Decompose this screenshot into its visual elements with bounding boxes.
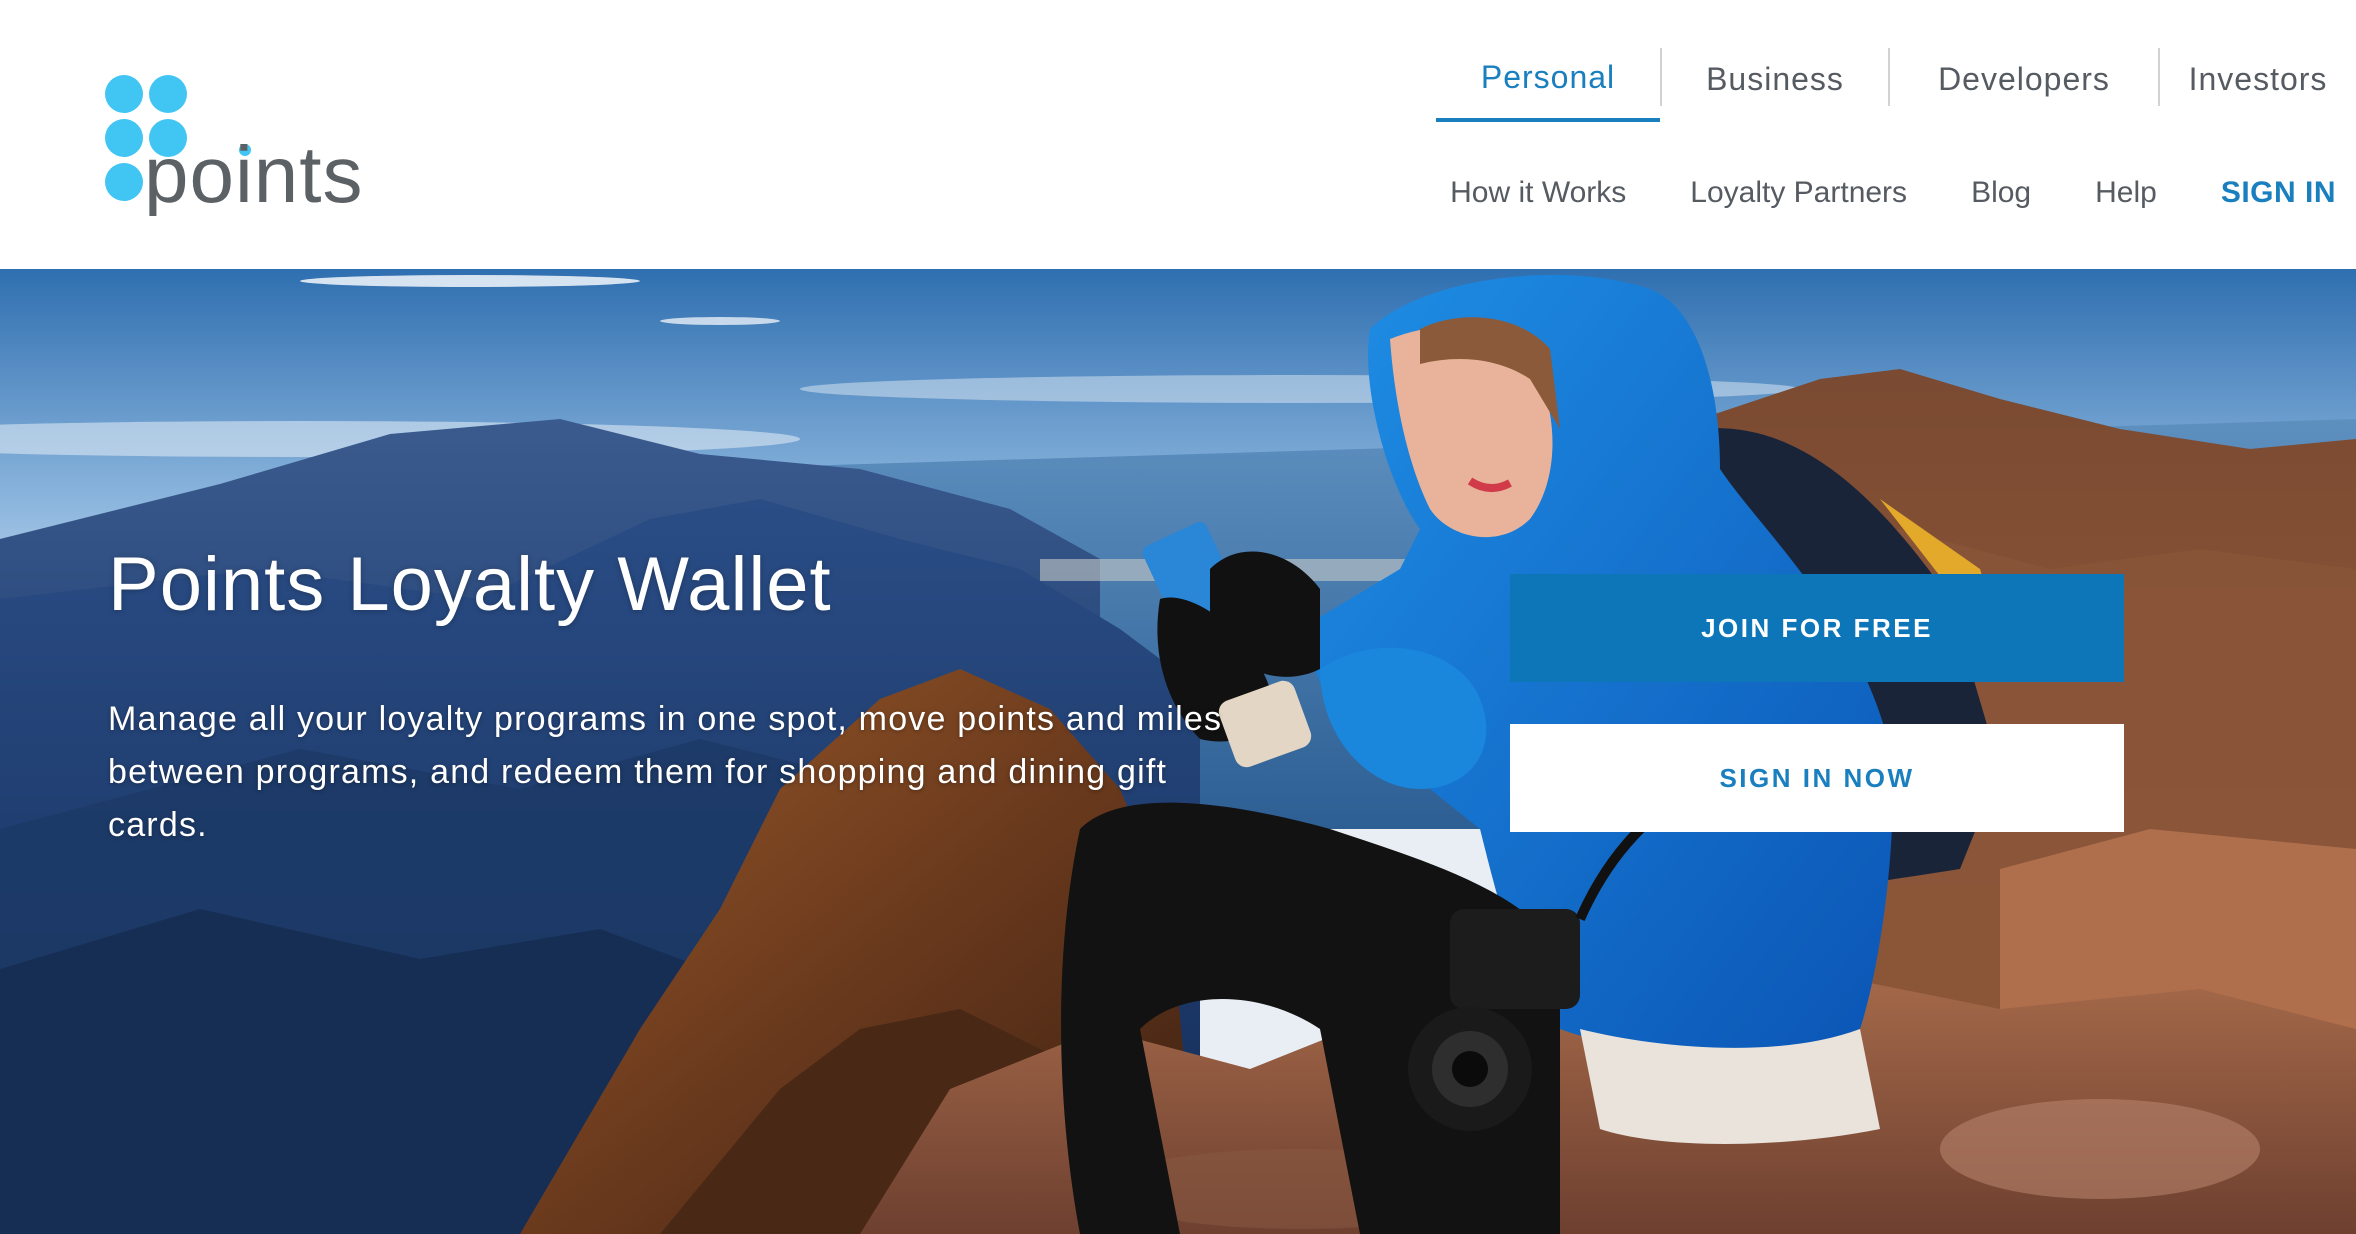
site-header: points Personal Business Developers Inve…	[0, 0, 2356, 269]
tab-business[interactable]: Business	[1662, 36, 1888, 122]
points-logo-icon: points	[105, 75, 363, 216]
points-logo[interactable]: points	[104, 74, 364, 216]
sub-nav: How it Works Loyalty Partners Blog Help …	[1386, 170, 2336, 216]
hero-title: Points Loyalty Wallet	[108, 542, 832, 627]
tab-developers[interactable]: Developers	[1890, 36, 2158, 122]
tab-investors[interactable]: Investors	[2160, 36, 2356, 122]
nav-sign-in[interactable]: SIGN IN	[2221, 176, 2336, 210]
hero-description: Manage all your loyalty programs in one …	[108, 700, 1223, 844]
hero-section: Points Loyalty Wallet Manage all your lo…	[0, 269, 2356, 1234]
nav-blog[interactable]: Blog	[1971, 176, 2031, 210]
page: points Personal Business Developers Inve…	[0, 0, 2356, 1234]
logo-wordmark: points	[144, 130, 363, 216]
sign-in-now-button[interactable]: SIGN IN NOW	[1510, 724, 2124, 832]
join-for-free-button[interactable]: JOIN FOR FREE	[1510, 574, 2124, 682]
nav-how-it-works[interactable]: How it Works	[1450, 176, 1626, 210]
tab-personal[interactable]: Personal	[1436, 36, 1660, 122]
nav-loyalty-partners[interactable]: Loyalty Partners	[1690, 176, 1907, 210]
top-tabs: Personal Business Developers Investors	[1436, 36, 2356, 122]
nav-help[interactable]: Help	[2095, 176, 2157, 210]
